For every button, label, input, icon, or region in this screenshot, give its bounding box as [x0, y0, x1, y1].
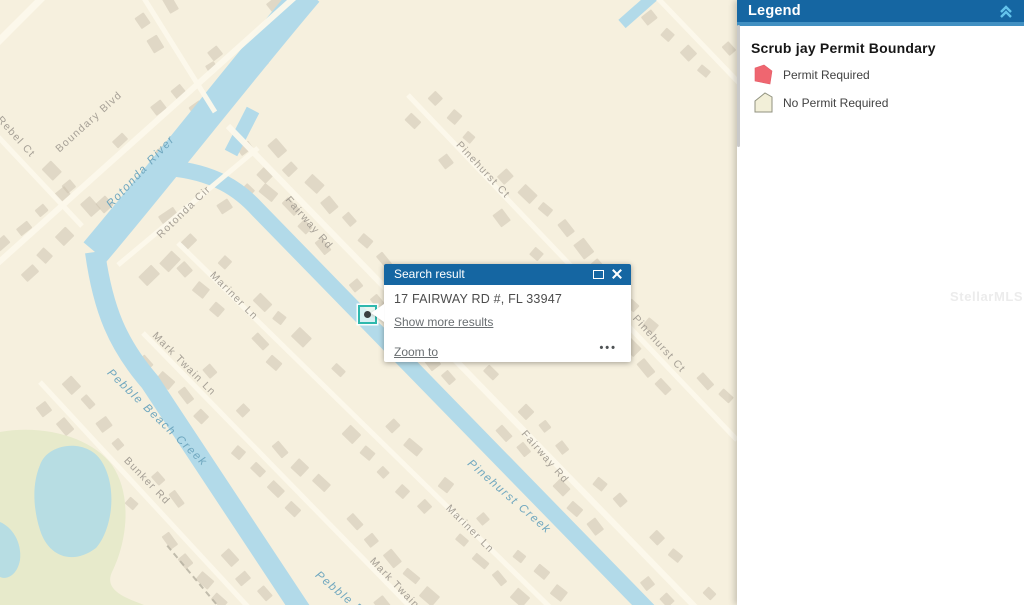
- legend-item-label: No Permit Required: [783, 96, 888, 110]
- legend-section-title: Scrub jay Permit Boundary: [751, 40, 936, 56]
- legend-panel: Legend Scrub jay Permit Boundary Permit …: [737, 0, 1024, 605]
- zoom-to-link[interactable]: Zoom to: [394, 345, 438, 359]
- popup-callout-arrow: [371, 304, 384, 322]
- popup-address: 17 FAIRWAY RD #, FL 33947: [394, 292, 562, 306]
- legend-header: Legend: [737, 0, 1024, 26]
- popup-header[interactable]: Search result: [384, 264, 631, 285]
- legend-scrollbar[interactable]: [737, 25, 740, 147]
- no-permit-required-swatch-icon: [754, 92, 773, 113]
- legend-item-label: Permit Required: [783, 68, 870, 82]
- collapse-icon[interactable]: [998, 3, 1014, 19]
- more-options-icon[interactable]: •••: [599, 342, 617, 354]
- search-result-popup: Search result 17 FAIRWAY RD #, FL 33947 …: [384, 264, 631, 362]
- maximize-icon[interactable]: [593, 270, 604, 279]
- close-icon[interactable]: [611, 268, 623, 280]
- legend-item-permit-required: Permit Required: [754, 64, 870, 85]
- permit-required-swatch-icon: [754, 64, 773, 85]
- app-window: Rebel CtBoundary BlvdRotonda CirFairway …: [0, 0, 1024, 605]
- show-more-results-link[interactable]: Show more results: [394, 315, 493, 329]
- legend-title: Legend: [737, 0, 1024, 22]
- marker-dot-icon: [364, 311, 371, 318]
- legend-item-no-permit-required: No Permit Required: [754, 92, 888, 113]
